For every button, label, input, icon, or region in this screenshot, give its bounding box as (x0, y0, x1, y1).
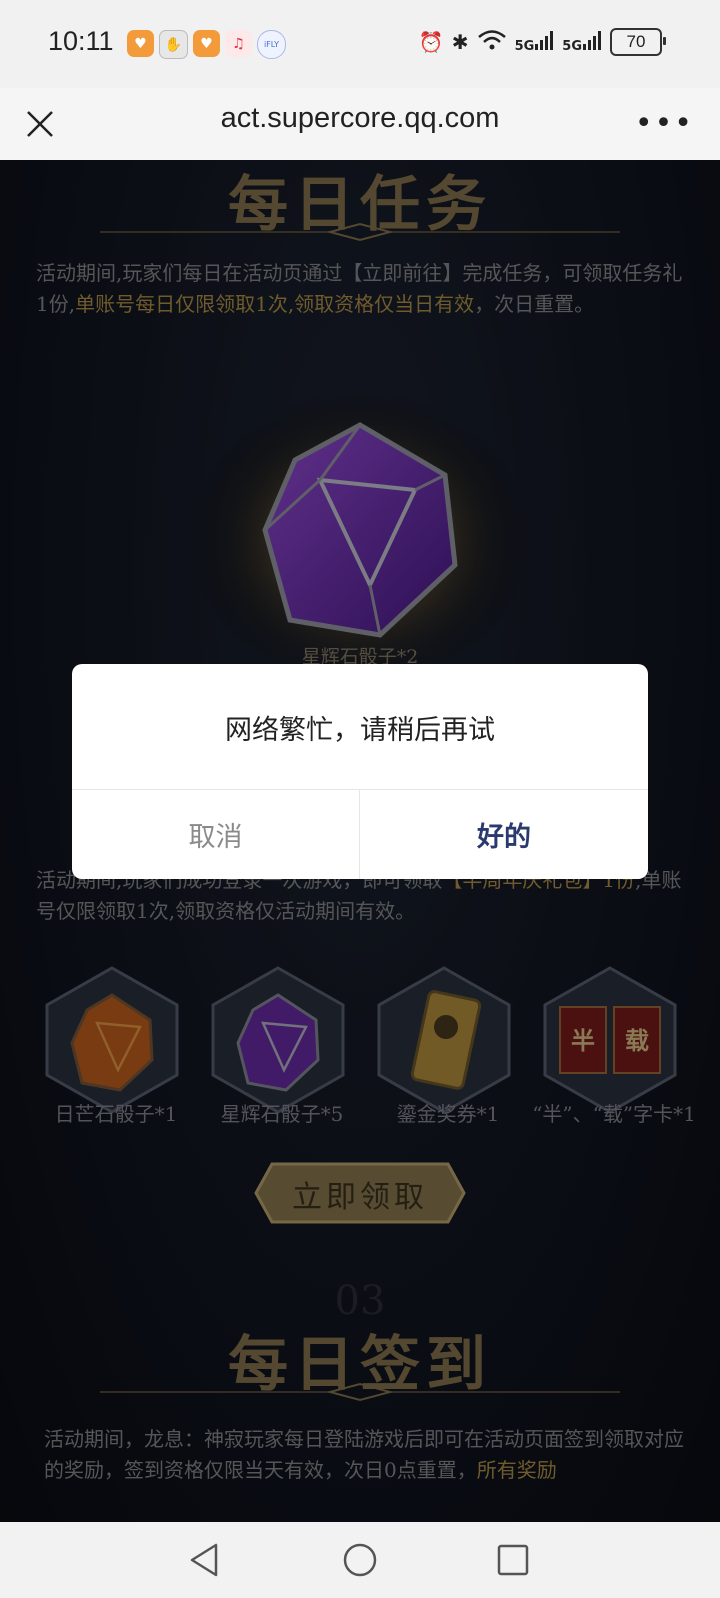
cancel-button[interactable]: 取消 (72, 790, 359, 879)
signal-icon: 5G (515, 30, 555, 55)
dialog-message: 网络繁忙，请稍后再试 (225, 715, 495, 746)
battery-icon: 70 (610, 28, 666, 56)
heart-app-icon: ♥ (127, 30, 154, 57)
ok-button[interactable]: 好的 (360, 790, 648, 879)
status-time: 10:11 (48, 26, 114, 56)
music-app-icon: ♫ (225, 30, 252, 57)
status-bar: 10:11 ♥ ✋ ♥ ♫ iFLY ⏰ ✱ 5G 5G 70 (0, 0, 720, 88)
system-status-icons: ⏰ ✱ 5G 5G 70 (418, 28, 666, 56)
home-nav-icon[interactable] (340, 1540, 380, 1580)
url-title: act.supercore.qq.com (220, 102, 500, 134)
alarm-icon: ⏰ (418, 30, 444, 54)
wifi-icon (477, 29, 507, 56)
notification-icons: ♥ ✋ ♥ ♫ iFLY (127, 30, 286, 59)
signal-icon: 5G (562, 30, 602, 55)
system-nav-bar (0, 1522, 720, 1598)
alert-dialog: 网络繁忙，请稍后再试 取消 好的 (72, 664, 648, 879)
hand-app-icon: ✋ (159, 30, 188, 59)
more-options-button[interactable]: ••• (635, 106, 694, 141)
back-nav-icon[interactable] (186, 1540, 226, 1580)
bluetooth-icon: ✱ (451, 30, 469, 54)
recents-nav-icon[interactable] (493, 1540, 533, 1580)
ifly-app-icon: iFLY (257, 30, 286, 59)
heart-app-icon: ♥ (193, 30, 220, 57)
browser-toolbar: act.supercore.qq.com ••• (0, 88, 720, 160)
